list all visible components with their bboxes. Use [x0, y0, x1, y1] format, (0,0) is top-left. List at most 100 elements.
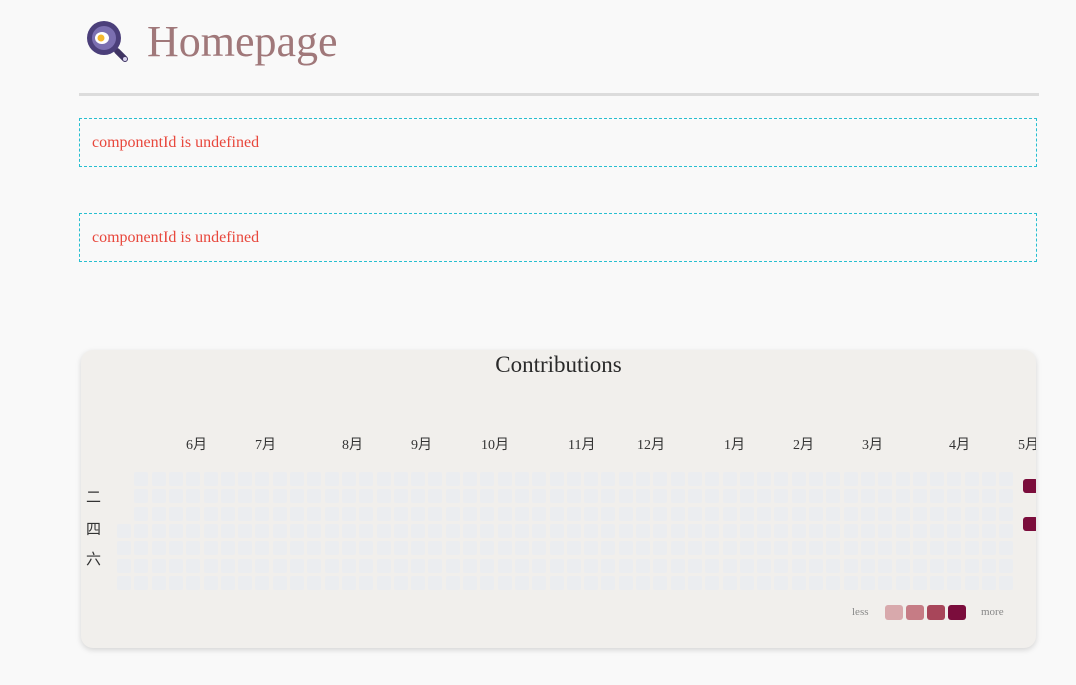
contribution-cell[interactable]	[566, 472, 581, 486]
contribution-cell[interactable]	[809, 472, 823, 486]
contribution-cell[interactable]	[341, 558, 356, 573]
contribution-cell[interactable]	[549, 523, 564, 538]
contribution-cell[interactable]	[878, 541, 893, 556]
contribution-cell[interactable]	[445, 558, 460, 573]
contribution-cell[interactable]	[722, 541, 737, 556]
contribution-cell[interactable]	[601, 506, 616, 521]
contribution-cell[interactable]	[791, 523, 806, 538]
contribution-cell[interactable]	[151, 541, 166, 556]
contribution-cell[interactable]	[653, 506, 668, 521]
contribution-cell[interactable]	[774, 506, 789, 521]
contribution-cell[interactable]	[359, 541, 374, 556]
contribution-cell[interactable]	[895, 472, 910, 486]
contribution-cell[interactable]	[601, 541, 616, 556]
contribution-cell[interactable]	[636, 575, 650, 590]
contribution-cell[interactable]	[566, 506, 581, 521]
contribution-cell[interactable]	[982, 506, 996, 521]
contribution-cell[interactable]	[411, 489, 426, 504]
contribution-cell[interactable]	[860, 523, 875, 538]
contribution-cell[interactable]	[238, 472, 253, 486]
contribution-cell[interactable]	[497, 489, 512, 504]
contribution-cell[interactable]	[618, 489, 633, 504]
contribution-cell[interactable]	[220, 541, 235, 556]
contribution-cell[interactable]	[964, 558, 979, 573]
contribution-cell[interactable]	[912, 472, 927, 486]
contribution-cell[interactable]	[480, 506, 495, 521]
contribution-cell[interactable]	[757, 575, 772, 590]
contribution-cell[interactable]	[255, 575, 270, 590]
contribution-cell[interactable]	[947, 558, 962, 573]
contribution-cell[interactable]	[878, 558, 893, 573]
contribution-cell[interactable]	[341, 575, 356, 590]
contribution-cell[interactable]	[324, 472, 339, 486]
contribution-cell[interactable]	[376, 541, 391, 556]
contribution-cell[interactable]	[843, 523, 858, 538]
contribution-cell[interactable]	[497, 506, 512, 521]
contribution-cell[interactable]	[549, 489, 564, 504]
contribution-cell[interactable]	[809, 558, 823, 573]
contribution-cell[interactable]	[999, 523, 1014, 538]
contribution-cell[interactable]	[411, 523, 426, 538]
contribution-cell[interactable]	[722, 523, 737, 538]
contribution-cell[interactable]	[791, 472, 806, 486]
contribution-cell[interactable]	[463, 506, 477, 521]
contribution-cell[interactable]	[722, 489, 737, 504]
contribution-cell[interactable]	[584, 558, 599, 573]
contribution-cell[interactable]	[912, 489, 927, 504]
contribution-cell[interactable]	[151, 489, 166, 504]
contribution-cell[interactable]	[307, 506, 322, 521]
contribution-cell[interactable]	[999, 472, 1014, 486]
contribution-cell[interactable]	[411, 558, 426, 573]
contribution-cell[interactable]	[307, 523, 322, 538]
contribution-cell[interactable]	[203, 523, 218, 538]
contribution-cell[interactable]	[895, 541, 910, 556]
contribution-cell[interactable]	[151, 506, 166, 521]
contribution-cell[interactable]	[774, 558, 789, 573]
contribution-cell[interactable]	[982, 472, 996, 486]
contribution-cell[interactable]	[653, 523, 668, 538]
contribution-cell[interactable]	[618, 472, 633, 486]
contribution-cell[interactable]	[324, 489, 339, 504]
contribution-cell[interactable]	[514, 523, 529, 538]
contribution-cell[interactable]	[791, 541, 806, 556]
contribution-cell[interactable]	[238, 506, 253, 521]
contribution-cell[interactable]	[843, 575, 858, 590]
contribution-cell[interactable]	[186, 575, 201, 590]
contribution-cell[interactable]	[514, 558, 529, 573]
contribution-cell[interactable]	[739, 472, 754, 486]
contribution-cell[interactable]	[705, 541, 720, 556]
contribution-cell[interactable]	[930, 523, 945, 538]
contribution-cell[interactable]	[168, 541, 183, 556]
contribution-cell[interactable]	[618, 541, 633, 556]
contribution-cell[interactable]	[341, 523, 356, 538]
contribution-cell[interactable]	[290, 489, 304, 504]
contribution-cell[interactable]	[203, 506, 218, 521]
contribution-cell[interactable]	[618, 523, 633, 538]
contribution-cell[interactable]	[203, 489, 218, 504]
contribution-cell[interactable]	[255, 472, 270, 486]
contribution-cell[interactable]	[376, 575, 391, 590]
contribution-cell[interactable]	[445, 523, 460, 538]
contribution-cell[interactable]	[878, 472, 893, 486]
contribution-cell[interactable]	[186, 558, 201, 573]
contribution-cell[interactable]	[878, 506, 893, 521]
contribution-cell[interactable]	[705, 472, 720, 486]
contribution-cell[interactable]	[134, 558, 149, 573]
contribution-cell[interactable]	[860, 506, 875, 521]
contribution-cell[interactable]	[272, 472, 287, 486]
contribution-cell[interactable]	[480, 541, 495, 556]
contribution-cell[interactable]	[324, 558, 339, 573]
contribution-cell[interactable]	[272, 489, 287, 504]
contribution-cell[interactable]	[774, 489, 789, 504]
contribution-cell[interactable]	[860, 472, 875, 486]
contribution-cell[interactable]	[999, 575, 1014, 590]
contribution-cell[interactable]	[584, 541, 599, 556]
contribution-cell[interactable]	[463, 489, 477, 504]
contribution-cell[interactable]	[757, 523, 772, 538]
contribution-cell[interactable]	[757, 558, 772, 573]
contribution-cell[interactable]	[272, 558, 287, 573]
contribution-cell[interactable]	[290, 472, 304, 486]
contribution-cell[interactable]	[636, 472, 650, 486]
contribution-cell[interactable]	[307, 558, 322, 573]
contribution-cell[interactable]	[739, 558, 754, 573]
